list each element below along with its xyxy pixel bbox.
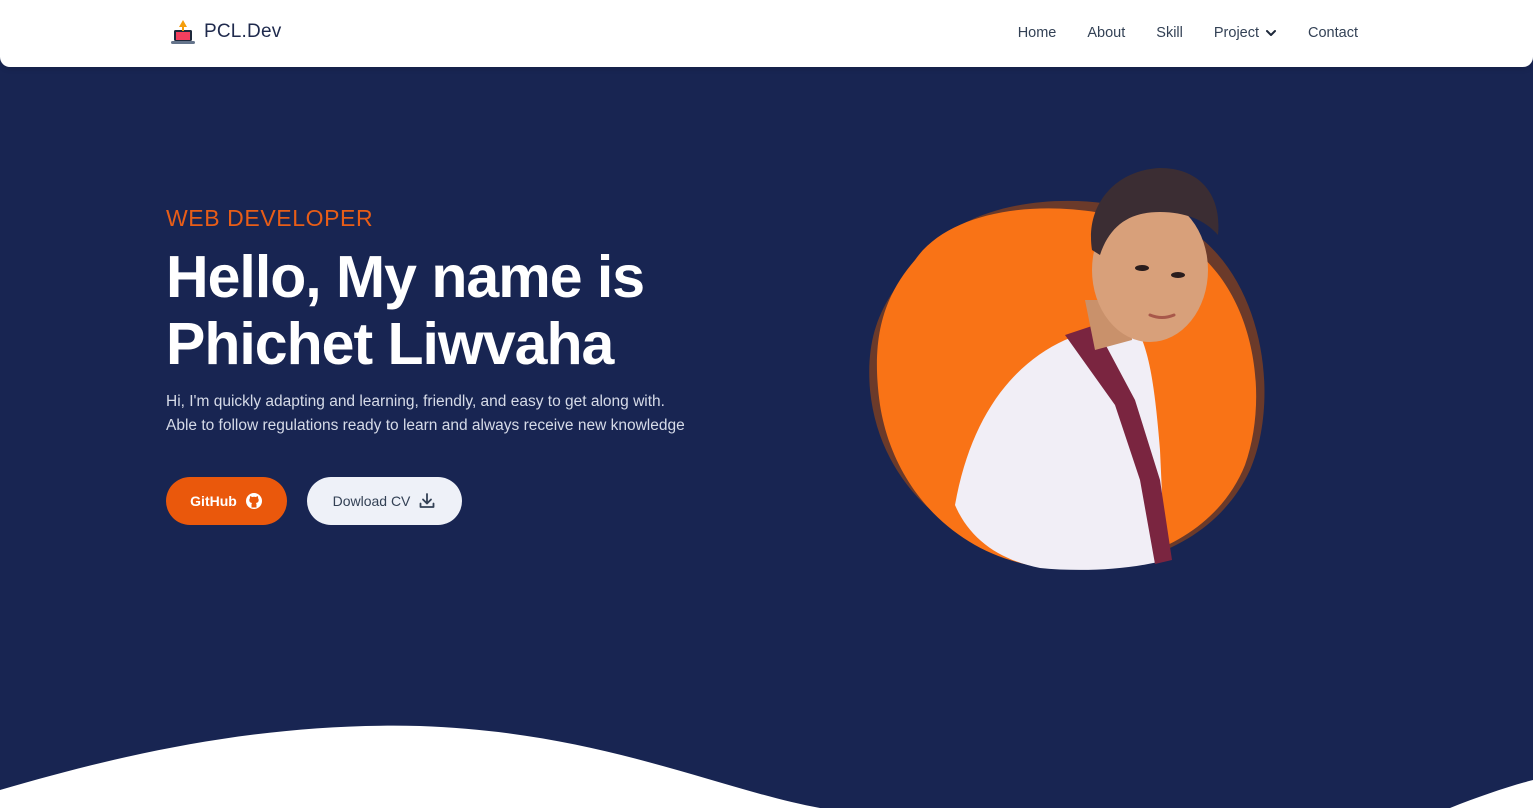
download-cv-button[interactable]: Dowload CV	[307, 477, 462, 525]
github-button[interactable]: GitHub	[166, 477, 287, 525]
hero-description-line-2: Able to follow regulations ready to lear…	[166, 417, 685, 434]
hero-eyebrow: WEB DEVELOPER	[166, 205, 374, 231]
download-cv-label: Dowload CV	[332, 493, 411, 509]
nav-project-dropdown[interactable]: Project	[1214, 22, 1277, 44]
nav-skill[interactable]: Skill	[1156, 22, 1183, 44]
hero-description-line-1: Hi, I'm quickly adapting and learning, f…	[166, 393, 665, 410]
nav-project-label: Project	[1213, 25, 1260, 41]
github-button-label: GitHub	[190, 493, 237, 509]
hero-title-line-1: Hello, My name is	[166, 244, 645, 310]
github-icon	[245, 493, 262, 509]
nav-contact[interactable]: Contact	[1308, 22, 1358, 44]
laptop-logo-icon	[171, 20, 195, 44]
navbar: PCL.Dev Home About Skill Project Contact	[0, 0, 1533, 67]
hero-title-line-2: Phichet Liwvaha	[166, 311, 614, 377]
brand-name: PCL.Dev	[204, 21, 282, 42]
nav-home[interactable]: Home	[1018, 22, 1057, 44]
chevron-down-icon	[1266, 30, 1277, 36]
download-icon	[420, 493, 435, 508]
brand-link[interactable]: PCL.Dev	[170, 18, 281, 46]
person-eye-left	[1135, 265, 1149, 271]
nav-menu: Home About Skill Project Contact	[1018, 22, 1358, 44]
hero-title: Hello, My name is Phichet Liwvaha	[166, 244, 786, 378]
profile-portrait	[869, 168, 1265, 570]
nav-about[interactable]: About	[1087, 22, 1125, 44]
person-eye-right	[1171, 272, 1185, 278]
hero-description: Hi, I'm quickly adapting and learning, f…	[166, 390, 766, 438]
bottom-wave	[0, 725, 1533, 808]
